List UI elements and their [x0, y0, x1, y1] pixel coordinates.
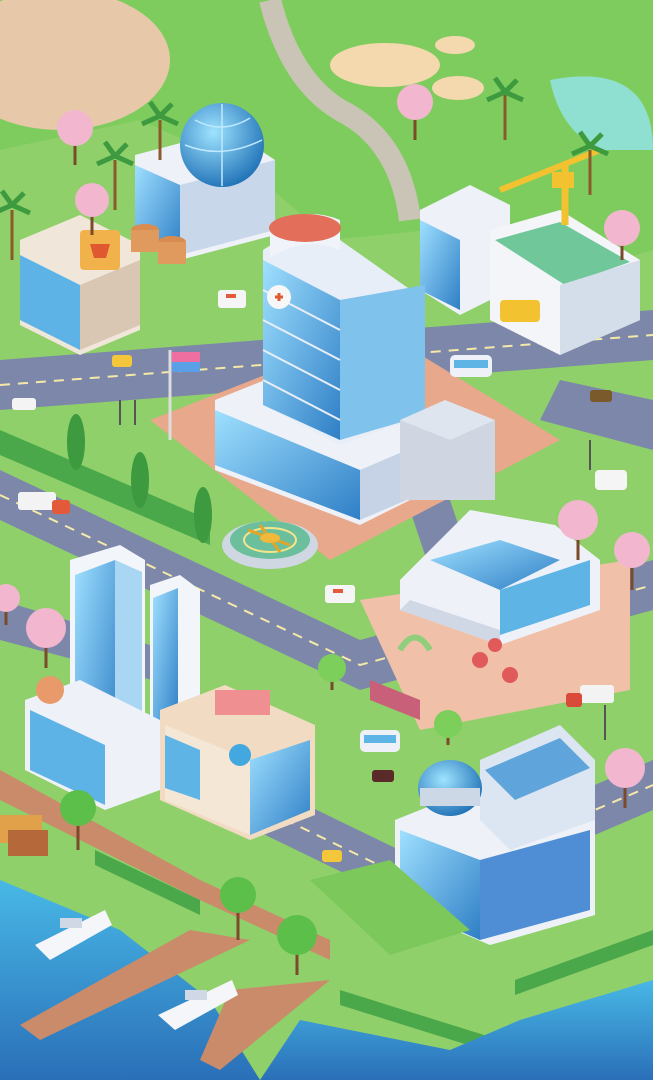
taxi-icon	[322, 850, 342, 862]
storage-tank	[131, 230, 159, 252]
bulldozer	[500, 300, 540, 322]
sand-bunker	[432, 76, 484, 100]
bus-icon	[450, 355, 492, 377]
sand-bunker	[330, 43, 440, 87]
ambulance-icon	[218, 290, 246, 308]
cypress-tree-icon	[131, 452, 149, 508]
cypress-tree-icon	[67, 414, 85, 470]
sand-bunker	[435, 36, 475, 54]
city-map[interactable]	[0, 0, 653, 1080]
taxi-icon	[112, 355, 132, 367]
car-icon	[12, 398, 36, 410]
ambulance-icon	[325, 585, 355, 603]
cypress-tree-icon	[194, 487, 212, 543]
van-icon	[595, 470, 627, 490]
helipad[interactable]	[222, 521, 318, 569]
storage-tank	[158, 242, 186, 264]
bus-icon	[360, 730, 400, 752]
medical-logo	[229, 744, 251, 766]
car-icon	[590, 390, 612, 402]
city-scene[interactable]	[0, 0, 653, 1080]
car-icon	[372, 770, 394, 782]
sculpture	[36, 676, 64, 704]
